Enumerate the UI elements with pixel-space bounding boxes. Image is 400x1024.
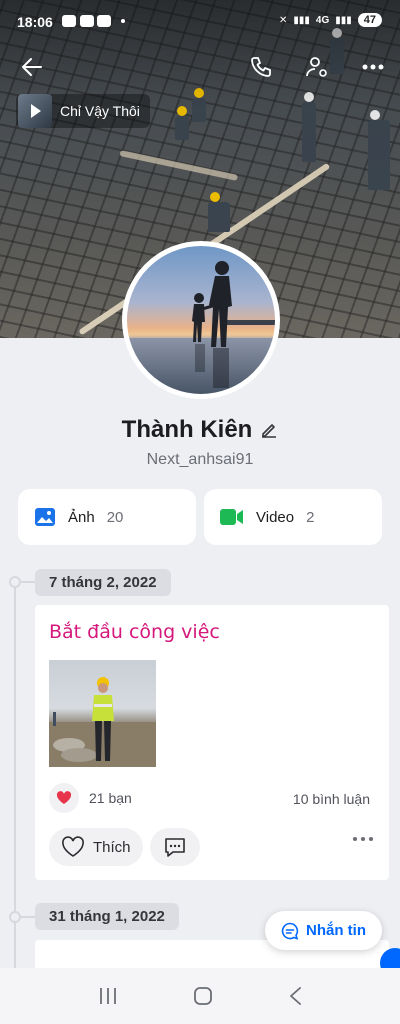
like-button[interactable]: Thích bbox=[49, 828, 143, 866]
videos-count: 2 bbox=[306, 508, 315, 526]
edit-pencil-icon[interactable] bbox=[260, 421, 278, 439]
heart-outline-icon bbox=[62, 836, 84, 857]
status-bar: 18:06 ✕ ▮▮▮ 4G ▮▮▮ 47 bbox=[0, 0, 400, 44]
profile-username: Next_anhsai91 bbox=[146, 451, 254, 468]
mute-icon: ✕ bbox=[278, 14, 288, 26]
heart-icon bbox=[49, 783, 79, 813]
more-dots-icon bbox=[362, 64, 384, 70]
timeline-tick bbox=[21, 916, 35, 918]
youtube-icon bbox=[62, 15, 76, 27]
comment-count[interactable]: 10 bình luận bbox=[293, 791, 370, 807]
timeline-dot bbox=[9, 911, 21, 923]
heart-glyph bbox=[56, 791, 72, 804]
photos-tile[interactable]: Ảnh 20 bbox=[18, 489, 196, 545]
back-nav-icon[interactable] bbox=[288, 986, 302, 1006]
signal-icon: ▮▮▮ bbox=[293, 14, 310, 26]
notification-dot-icon bbox=[121, 19, 125, 23]
video-icon bbox=[220, 509, 243, 525]
timeline-post[interactable]: Bắt đầu công việc 21 bạn 10 bình luận Th… bbox=[35, 605, 389, 880]
profile-music-chip[interactable]: Chỉ Vậy Thôi bbox=[16, 94, 150, 128]
profile-settings-button[interactable] bbox=[302, 52, 332, 82]
post-photo[interactable] bbox=[49, 660, 156, 767]
status-right: ✕ ▮▮▮ 4G ▮▮▮ 47 bbox=[279, 13, 382, 27]
photos-label: Ảnh bbox=[68, 508, 95, 526]
system-nav-bar bbox=[0, 968, 400, 1024]
reaction-summary[interactable]: 21 bạn bbox=[49, 783, 132, 813]
message-label: Nhắn tin bbox=[306, 922, 366, 939]
timeline-date: 7 tháng 2, 2022 bbox=[35, 569, 171, 596]
chat-bubble-icon bbox=[281, 922, 299, 940]
battery-icon: 47 bbox=[357, 13, 382, 27]
more-options-button[interactable] bbox=[358, 52, 388, 82]
back-button[interactable] bbox=[17, 52, 47, 82]
music-title: Chỉ Vậy Thôi bbox=[60, 103, 140, 119]
timeline-tick bbox=[21, 581, 35, 583]
post-title: Bắt đầu công việc bbox=[49, 621, 220, 643]
profile-name: Thành Kiên bbox=[121, 416, 253, 443]
signal-icon: ▮▮▮ bbox=[335, 14, 352, 26]
home-icon[interactable] bbox=[193, 986, 213, 1006]
timeline-date: 31 tháng 1, 2022 bbox=[35, 903, 179, 930]
timeline-dot bbox=[9, 576, 21, 588]
profile-name-row: Thành Kiên bbox=[0, 416, 400, 444]
network-label: 4G bbox=[315, 14, 330, 26]
zalo-icon bbox=[80, 15, 94, 27]
user-settings-icon bbox=[306, 57, 327, 77]
phone-icon bbox=[251, 57, 271, 77]
post-more-button[interactable] bbox=[353, 837, 373, 841]
comment-bubble-icon bbox=[165, 838, 185, 857]
avatar[interactable] bbox=[122, 241, 280, 399]
message-button[interactable]: Nhắn tin bbox=[265, 911, 382, 950]
status-time: 18:06 bbox=[17, 14, 53, 30]
back-arrow-icon bbox=[22, 58, 42, 76]
music-play-icon bbox=[18, 94, 52, 128]
avatar-silhouette bbox=[127, 261, 275, 388]
comment-button[interactable] bbox=[150, 828, 200, 866]
post-photo-figure bbox=[49, 677, 156, 767]
image-icon bbox=[35, 508, 55, 526]
reaction-count: 21 bạn bbox=[89, 790, 132, 806]
videos-tile[interactable]: Video 2 bbox=[204, 489, 382, 545]
call-button[interactable] bbox=[246, 52, 276, 82]
photos-count: 20 bbox=[106, 508, 124, 526]
videos-label: Video bbox=[256, 508, 295, 526]
recent-apps-icon[interactable] bbox=[98, 987, 118, 1005]
zalo-icon bbox=[97, 15, 111, 27]
like-label: Thích bbox=[93, 838, 131, 856]
